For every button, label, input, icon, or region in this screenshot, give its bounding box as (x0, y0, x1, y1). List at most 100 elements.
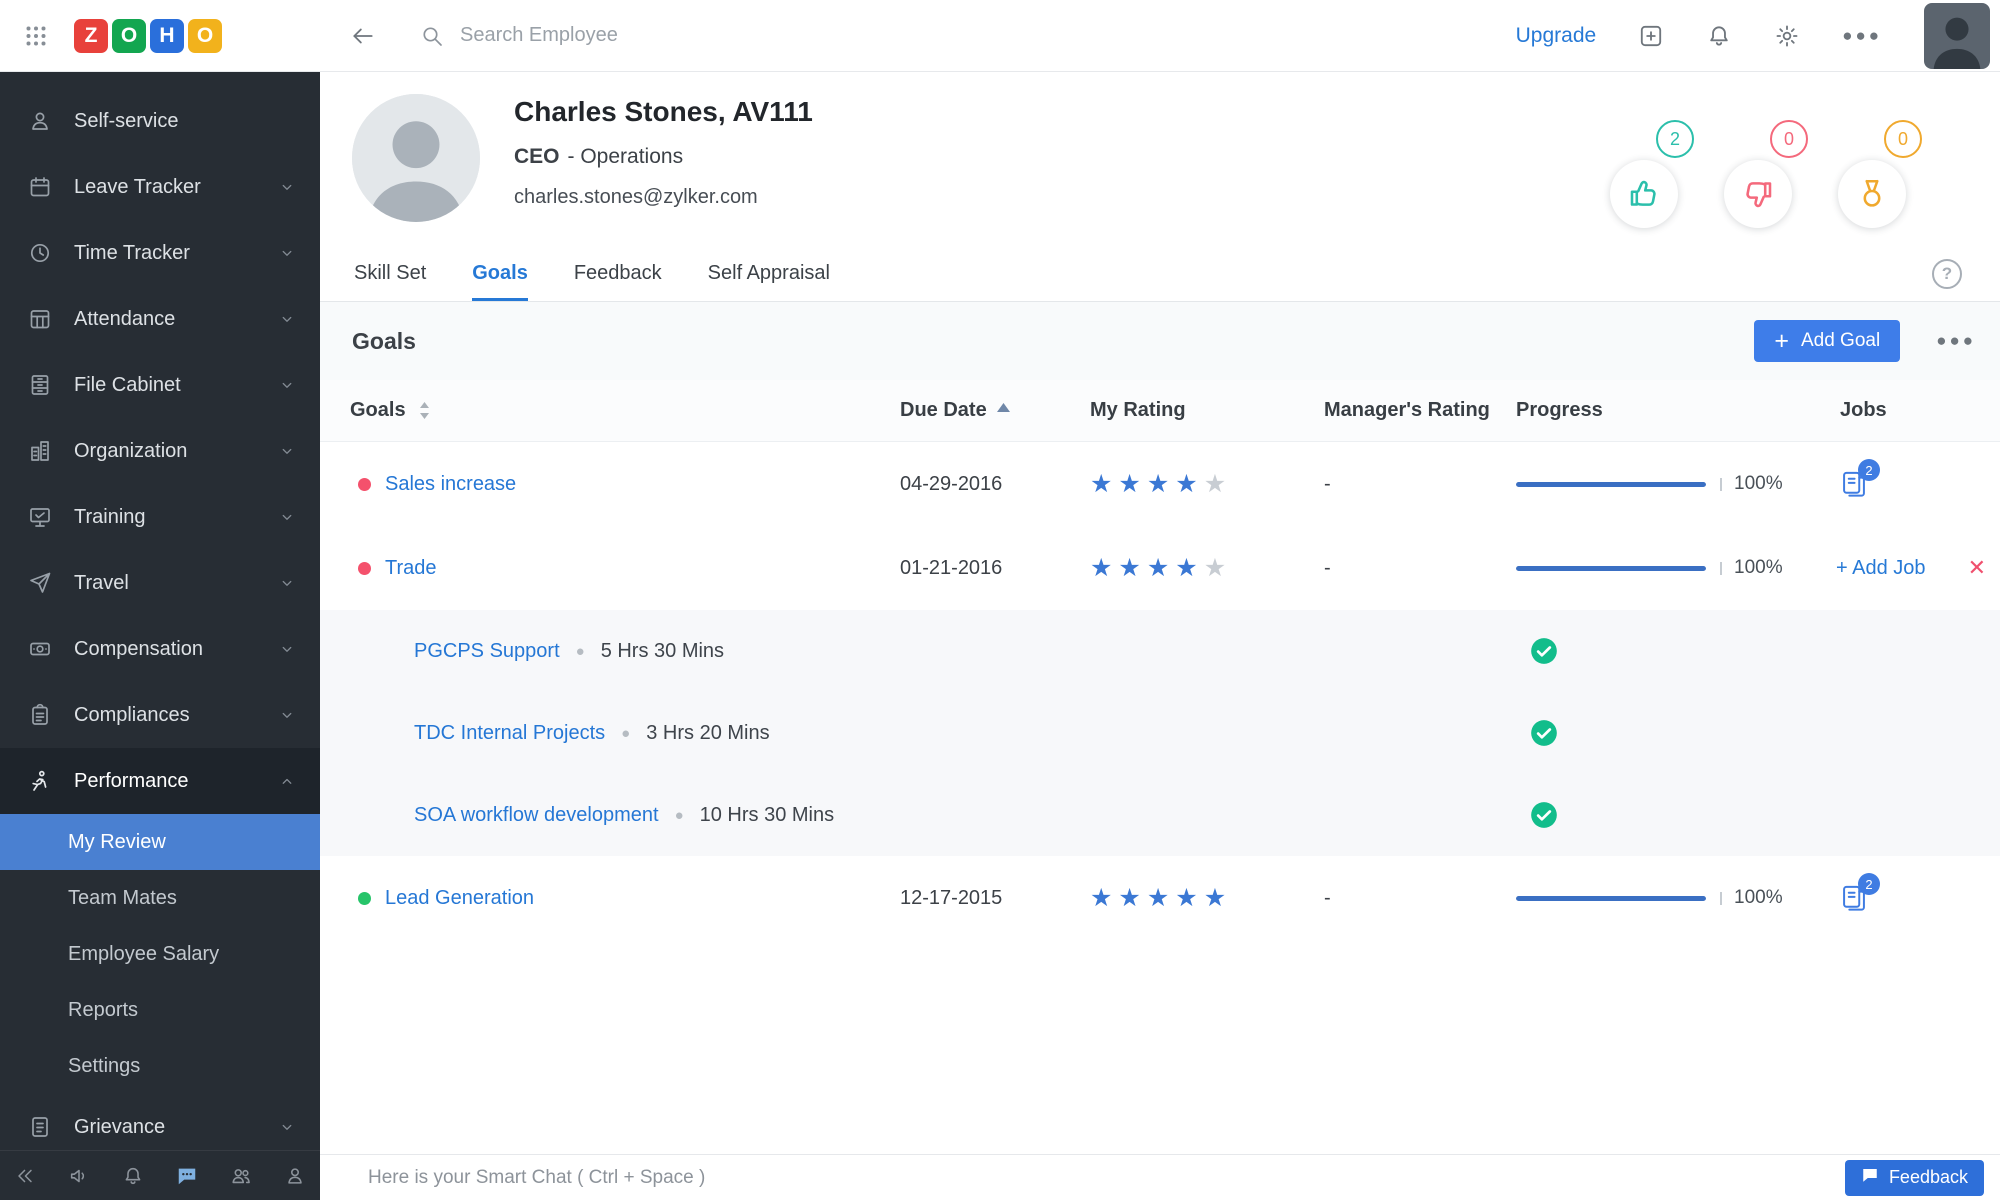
progress-tick (1720, 891, 1722, 905)
more-options-icon[interactable]: ●●● (1842, 23, 1882, 49)
zoho-logo-letter: O (188, 18, 222, 53)
thumbs-up-badge[interactable]: 2 (1606, 118, 1694, 234)
goal-status-dot (358, 891, 371, 905)
quick-add-icon[interactable] (1638, 23, 1664, 49)
upgrade-link[interactable]: Upgrade (1516, 24, 1597, 48)
notifications-bell-icon[interactable] (1706, 23, 1732, 49)
job-link[interactable]: SOA workflow development (414, 804, 659, 827)
star-icon[interactable]: ★ (1090, 469, 1118, 499)
employee-searchbox (420, 24, 890, 48)
tab-self-appraisal[interactable]: Self Appraisal (708, 246, 830, 301)
search-input[interactable] (460, 24, 890, 47)
star-icon[interactable]: ★ (1204, 883, 1232, 913)
goal-progress: 100% (1490, 473, 1800, 495)
star-icon[interactable]: ★ (1175, 553, 1203, 583)
job-done-check-icon[interactable] (1530, 801, 1558, 829)
progress-tick (1720, 561, 1722, 575)
star-icon[interactable]: ★ (1147, 883, 1175, 913)
star-icon[interactable]: ★ (1118, 553, 1146, 583)
employee-info: Charles Stones, AV111 CEO - Operations ch… (514, 94, 813, 209)
zoho-logo-letter: Z (74, 18, 108, 53)
sidebar-subitem-my-review[interactable]: My Review (0, 814, 320, 870)
goal-link[interactable]: Lead Generation (385, 887, 534, 910)
add-goal-button[interactable]: + Add Goal (1754, 320, 1901, 362)
sidebar-item-organization[interactable]: Organization (0, 418, 320, 484)
goal-status-dot (358, 477, 371, 491)
profile-person-icon[interactable] (284, 1165, 306, 1187)
sidebar-item-compensation[interactable]: Compensation (0, 616, 320, 682)
progress-bar (1516, 481, 1706, 487)
chevron-down-icon (278, 574, 296, 592)
star-icon[interactable]: ★ (1204, 469, 1232, 499)
document-icon (28, 1115, 52, 1139)
star-icon[interactable]: ★ (1147, 469, 1175, 499)
column-jobs: Jobs (1840, 399, 1887, 421)
sidebar-item-label: Compliances (74, 703, 190, 726)
job-link[interactable]: TDC Internal Projects (414, 722, 605, 745)
sidebar-item-travel[interactable]: Travel (0, 550, 320, 616)
sidebar-item-attendance[interactable]: Attendance (0, 286, 320, 352)
alerts-bell-icon[interactable] (122, 1165, 144, 1187)
tab-goals[interactable]: Goals (472, 246, 528, 301)
sidebar-item-time-tracker[interactable]: Time Tracker (0, 220, 320, 286)
jobs-document-icon[interactable]: 2 (1840, 873, 1880, 913)
thumbs-down-count: 0 (1770, 120, 1808, 158)
chat-bubble-icon[interactable] (176, 1165, 198, 1187)
star-icon[interactable]: ★ (1090, 553, 1118, 583)
star-icon[interactable]: ★ (1204, 553, 1232, 583)
sidebar-item-self-service[interactable]: Self-service (0, 88, 320, 154)
close-row-icon[interactable]: ✕ (1968, 555, 1988, 581)
colleagues-icon[interactable] (230, 1165, 252, 1187)
sidebar-subitem-reports[interactable]: Reports (0, 982, 320, 1038)
star-icon[interactable]: ★ (1175, 883, 1203, 913)
sidebar-item-leave-tracker[interactable]: Leave Tracker (0, 154, 320, 220)
job-duration: 5 Hrs 30 Mins (600, 639, 725, 662)
user-icon (28, 109, 52, 133)
feedback-button[interactable]: Feedback (1844, 1159, 1984, 1196)
sidebar-item-file-cabinet[interactable]: File Cabinet (0, 352, 320, 418)
thumbs-down-badge[interactable]: 0 (1720, 118, 1808, 234)
star-icon[interactable]: ★ (1118, 883, 1146, 913)
medal-badge[interactable]: 0 (1834, 118, 1922, 234)
job-link[interactable]: PGCPS Support (414, 640, 560, 663)
collapse-panel-icon[interactable] (14, 1165, 36, 1187)
column-due-date[interactable]: Due Date (880, 399, 1050, 422)
chevron-down-icon (278, 442, 296, 460)
goal-jobs-cell: + Add Job ✕ (1800, 555, 1988, 581)
job-done-check-icon[interactable] (1530, 719, 1558, 747)
announcements-icon[interactable] (68, 1165, 90, 1187)
sidebar-item-grievance[interactable]: Grievance (0, 1094, 320, 1150)
user-avatar[interactable] (1924, 2, 1990, 69)
sidebar-item-training[interactable]: Training (0, 484, 320, 550)
help-icon[interactable]: ? (1932, 258, 1962, 289)
sidebar-subitem-team-mates[interactable]: Team Mates (0, 870, 320, 926)
star-icon[interactable]: ★ (1118, 469, 1146, 499)
sidebar-subitem-employee-salary[interactable]: Employee Salary (0, 926, 320, 982)
star-icon[interactable]: ★ (1090, 883, 1118, 913)
goals-table-body: Sales increase 04-29-2016 ★ ★ ★ ★ ★ -100% 2 Trade… (320, 442, 2000, 940)
tab-feedback[interactable]: Feedback (574, 246, 662, 301)
chevron-up-icon (278, 772, 296, 790)
star-icon[interactable]: ★ (1147, 553, 1175, 583)
jobs-document-icon[interactable]: 2 (1840, 459, 1880, 499)
column-goals[interactable]: Goals (350, 399, 880, 422)
sidebar-subitem-settings[interactable]: Settings (0, 1038, 320, 1094)
settings-gear-icon[interactable] (1774, 23, 1800, 49)
goals-more-icon[interactable]: ●●● (1936, 328, 1976, 354)
goal-my-rating: ★ ★ ★ ★ ★ (1050, 469, 1300, 499)
goal-link[interactable]: Trade (385, 557, 437, 580)
chevron-down-icon (278, 640, 296, 658)
sidebar-item-performance[interactable]: Performance (0, 748, 320, 814)
goal-link[interactable]: Sales increase (385, 473, 516, 496)
smart-chat-input[interactable]: Here is your Smart Chat ( Ctrl + Space ) (368, 1167, 705, 1189)
sort-goals-icon[interactable] (418, 401, 431, 420)
tab-skill-set[interactable]: Skill Set (354, 246, 426, 301)
column-progress: Progress (1516, 399, 1603, 421)
collapse-sidebar-icon[interactable] (350, 23, 376, 49)
star-icon[interactable]: ★ (1175, 469, 1203, 499)
sidebar-item-compliances[interactable]: Compliances (0, 682, 320, 748)
app-launcher-icon[interactable] (24, 24, 48, 48)
job-done-check-icon[interactable] (1530, 637, 1558, 665)
progress-label: 100% (1734, 557, 1783, 578)
add-job-link[interactable]: + Add Job (1836, 557, 1926, 580)
